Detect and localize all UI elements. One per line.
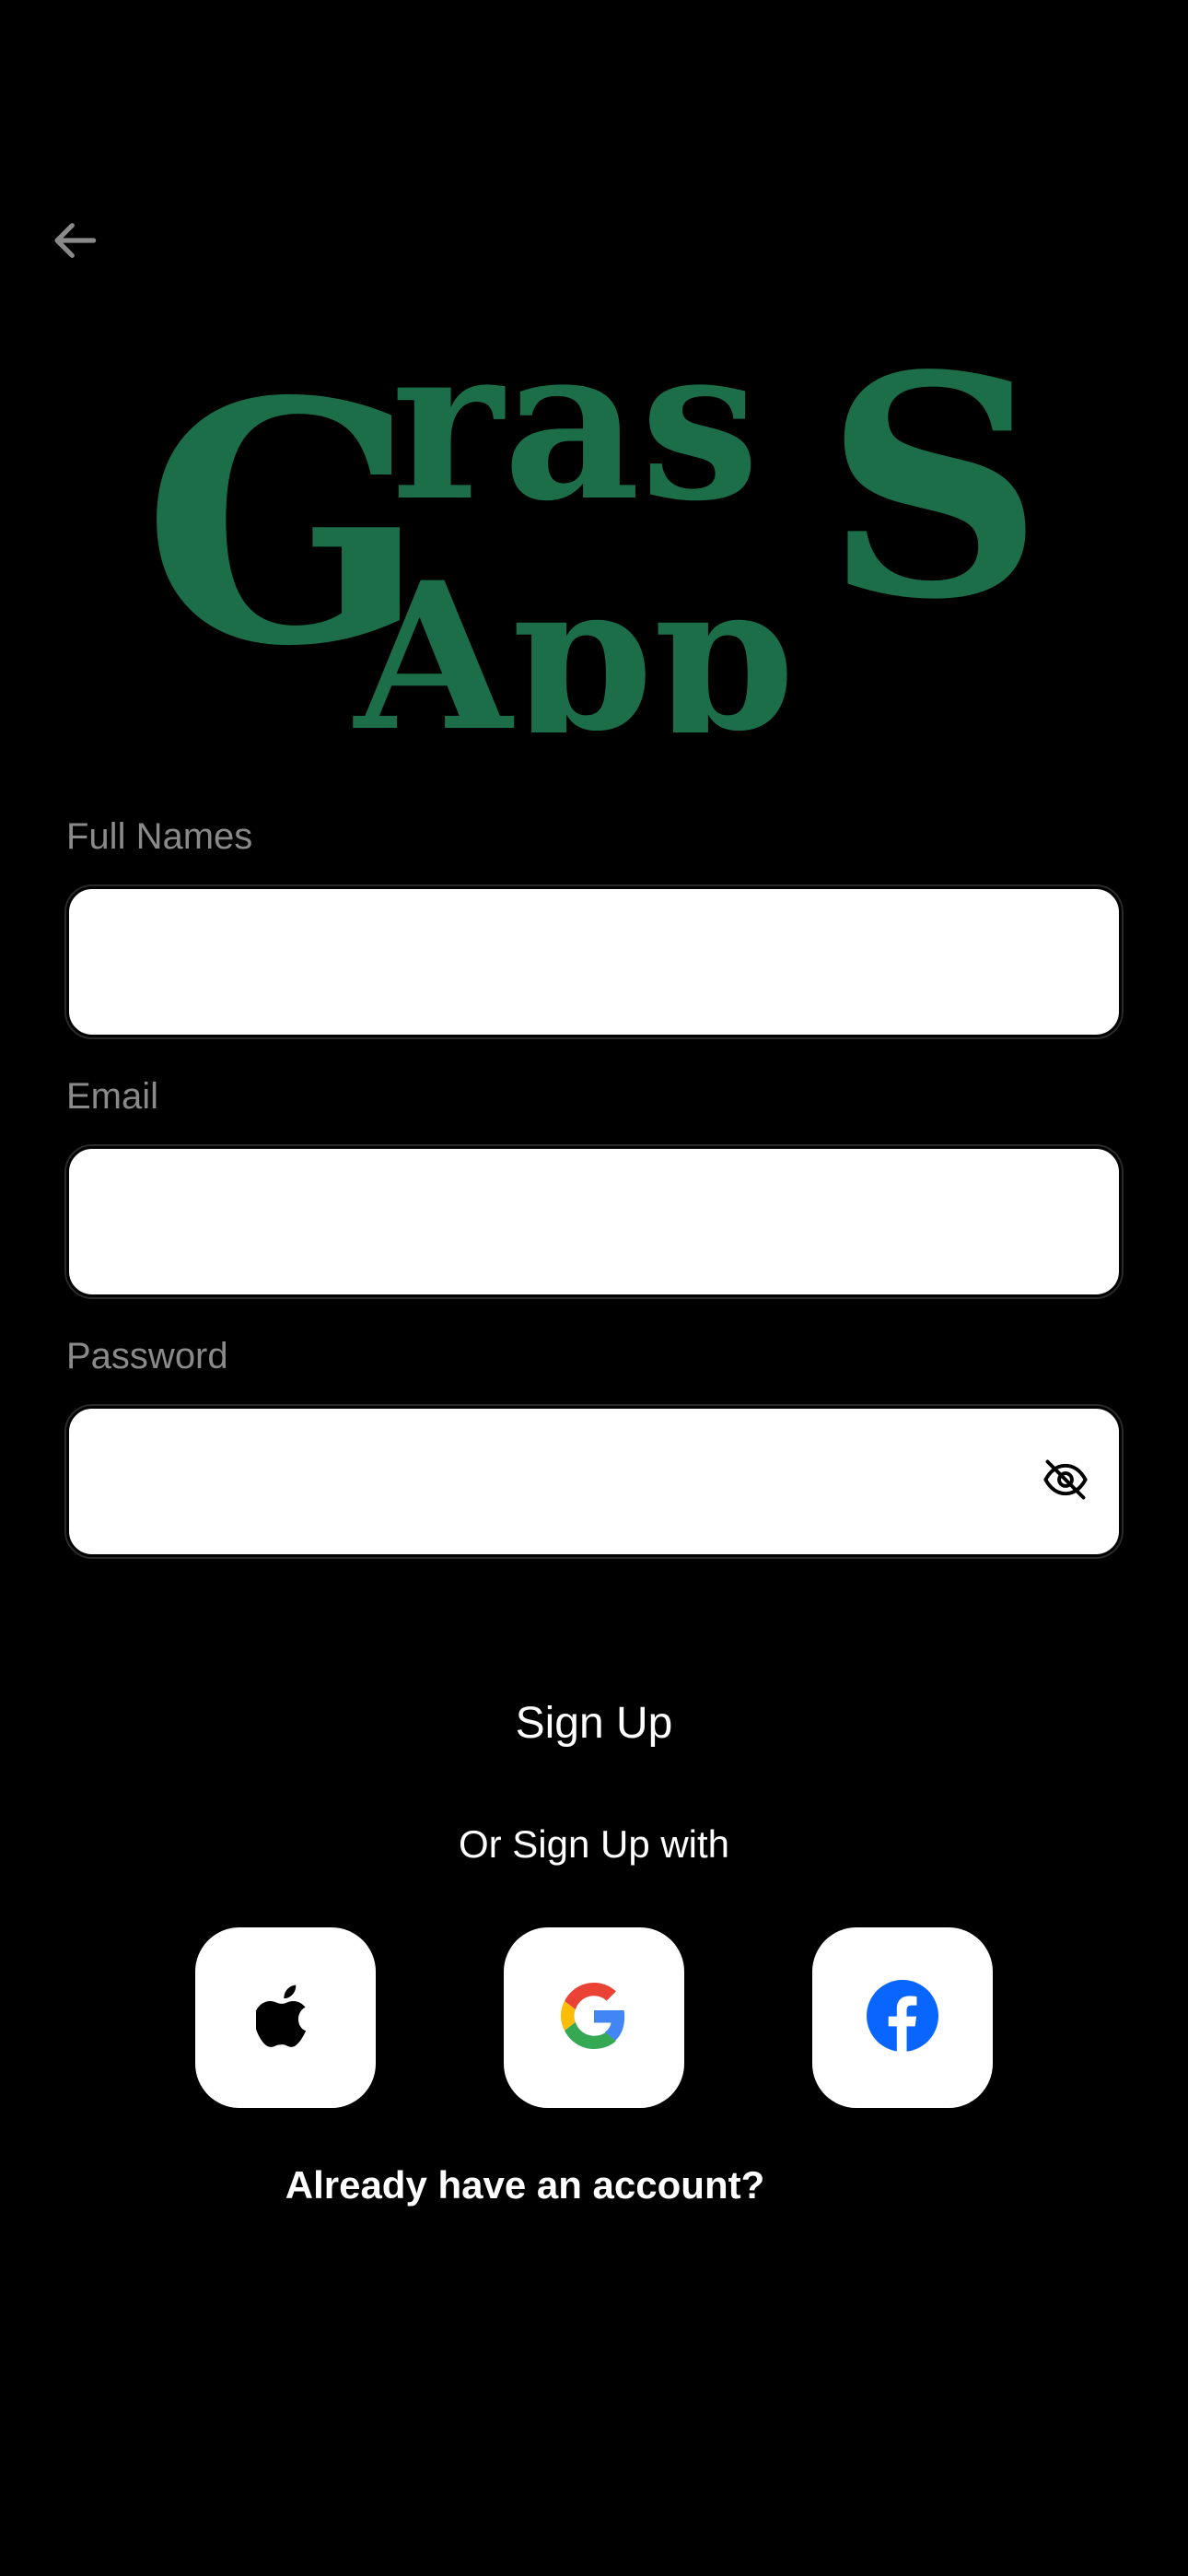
apple-icon <box>254 1983 315 2054</box>
logo-letters-app: App <box>353 537 795 732</box>
sign-up-button[interactable]: Sign Up <box>364 1677 824 1769</box>
grass-app-logo: G ras S App <box>143 364 1045 732</box>
google-sign-up-button[interactable] <box>504 1927 684 2108</box>
password-visibility-toggle[interactable] <box>1038 1454 1093 1509</box>
arrow-left-icon <box>51 215 102 271</box>
facebook-icon <box>867 1979 938 2056</box>
password-label: Password <box>66 1336 228 1376</box>
apple-sign-up-button[interactable] <box>195 1927 376 2108</box>
logo-letter-s: S <box>824 364 1043 666</box>
logo-letters-rass: ras <box>391 364 760 548</box>
full-names-label: Full Names <box>66 816 253 857</box>
back-button[interactable] <box>46 212 107 273</box>
google-icon <box>561 1982 627 2054</box>
eye-off-icon <box>1042 1456 1089 1508</box>
email-field-container <box>66 1146 1122 1297</box>
full-names-field-container <box>66 886 1122 1037</box>
password-field-container <box>66 1406 1122 1557</box>
or-sign-up-with-text: Or Sign Up with <box>458 1822 730 1866</box>
full-names-field[interactable] <box>69 889 1119 1035</box>
email-field[interactable] <box>69 1149 1119 1294</box>
facebook-sign-up-button[interactable] <box>812 1927 993 2108</box>
password-field[interactable] <box>69 1409 1119 1554</box>
email-label: Email <box>66 1076 159 1117</box>
already-have-account-link[interactable]: Already have an account? <box>0 2163 1050 2207</box>
